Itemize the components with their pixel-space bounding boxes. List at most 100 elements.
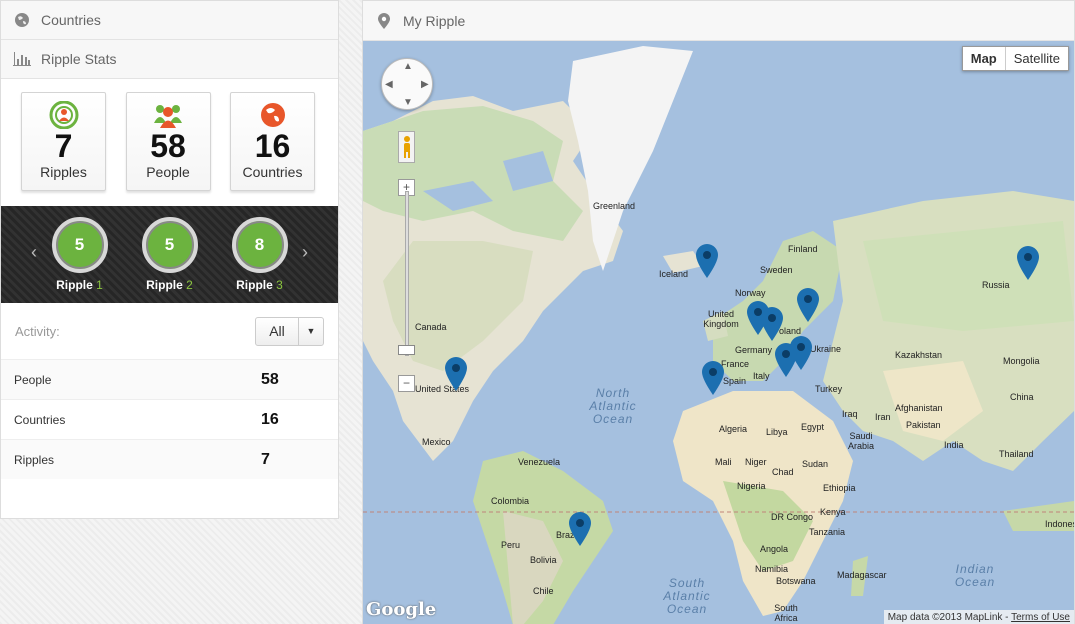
map-type-control: Map Satellite	[961, 46, 1069, 71]
caret-down-icon[interactable]: ▼	[299, 318, 323, 345]
map-type-satellite-button[interactable]: Satellite	[1006, 47, 1068, 70]
pan-left-icon[interactable]: ◀	[385, 79, 393, 90]
map-pin-icon[interactable]	[445, 357, 467, 391]
map-pin-icon[interactable]	[797, 288, 819, 322]
activity-select[interactable]: All ▼	[255, 316, 324, 346]
map-label: Nigeria	[737, 481, 766, 491]
pan-control[interactable]: ▲ ▼ ◀ ▶	[381, 58, 433, 110]
ripple-item-1[interactable]: 5 Ripple 1	[35, 217, 125, 292]
map-label: DR Congo	[771, 512, 814, 522]
pan-up-icon[interactable]: ▲	[403, 61, 413, 72]
stat-ripples[interactable]: 7 Ripples	[21, 92, 106, 191]
row-value: 16	[261, 410, 279, 428]
ocean-label: South Atlantic Ocean	[663, 576, 711, 616]
pegman-icon[interactable]	[398, 131, 415, 163]
pan-right-icon[interactable]: ▶	[421, 79, 429, 90]
map-pin-icon[interactable]	[702, 361, 724, 395]
ocean-label: North Atlantic Ocean	[589, 386, 637, 426]
zoom-out-button[interactable]: −	[398, 375, 415, 392]
map-type-map-button[interactable]: Map	[963, 47, 1006, 70]
ripple-2-count: 5	[141, 217, 198, 273]
map-label: Germany	[735, 345, 773, 355]
world-map[interactable]: Greenland Iceland Finland Sweden Norway …	[363, 41, 1074, 624]
ripple-icon	[48, 101, 80, 129]
map-pin-icon[interactable]	[569, 512, 591, 546]
ripple-2-label: Ripple 2	[146, 278, 193, 292]
stat-people-value: 58	[150, 128, 186, 164]
countries-header[interactable]: Countries	[1, 1, 338, 40]
map-land	[363, 46, 1074, 624]
map-label: Greenland	[593, 201, 636, 211]
stat-people[interactable]: 58 People	[125, 92, 211, 191]
chevron-left-icon[interactable]: ‹	[31, 242, 37, 263]
stat-ripples-value: 7	[54, 128, 73, 164]
map-label: Venezuela	[518, 457, 561, 467]
zoom-slider-track[interactable]	[405, 191, 409, 356]
countries-title: Countries	[41, 12, 101, 28]
map-label: United Kingdom	[703, 309, 739, 329]
map-label: Sudan	[802, 459, 829, 469]
map-label: Afghanistan	[895, 403, 943, 413]
map-label: Pakistan	[906, 420, 941, 430]
map-label: Spain	[723, 376, 747, 386]
left-panel: Countries Ripple Stats 7 Ripples 58 Peop…	[0, 0, 339, 519]
globe-icon	[13, 11, 31, 29]
map-label: Botswana	[776, 576, 816, 586]
row-key: Countries	[14, 412, 66, 427]
globe-icon	[257, 101, 289, 129]
my-ripple-title: My Ripple	[403, 12, 466, 29]
activity-value: All	[256, 317, 299, 345]
map-label: Libya	[766, 427, 788, 437]
map-label: Mongolia	[1003, 356, 1040, 366]
map-label: Angola	[760, 544, 789, 554]
map-pin-icon[interactable]	[775, 343, 797, 377]
ripple-item-3[interactable]: 8 Ripple 3	[215, 217, 305, 292]
stats-row: 7 Ripples 58 People 16 Countries	[1, 79, 338, 206]
map-label: Mali	[715, 457, 732, 467]
map-label: India	[944, 440, 964, 450]
map-label: Chad	[772, 467, 794, 477]
map-label: Norway	[735, 288, 766, 298]
google-logo: Google	[366, 599, 437, 620]
stat-countries-label: Countries	[242, 164, 303, 180]
map-label: Madagascar	[837, 570, 887, 580]
ripple-item-2[interactable]: 5 Ripple 2	[125, 217, 215, 292]
row-key: Ripples	[14, 452, 55, 467]
map-label: Bolivia	[530, 555, 557, 565]
map-label: Ukraine	[810, 344, 842, 354]
map-label: Kenya	[820, 507, 846, 517]
pan-down-icon[interactable]: ▼	[403, 97, 413, 108]
ripple-3-count: 8	[231, 217, 288, 273]
map-pin-icon[interactable]	[1017, 246, 1039, 280]
map-label: Russia	[982, 280, 1010, 290]
map-label: Turkey	[815, 384, 843, 394]
row-value: 7	[261, 450, 270, 468]
chevron-right-icon[interactable]: ›	[302, 242, 308, 263]
terms-of-use-link[interactable]: Terms of Use	[1011, 612, 1070, 623]
map-label: Sweden	[760, 265, 793, 275]
activity-label: Activity:	[15, 323, 60, 339]
ripple-carousel: ‹ 5 Ripple 1 5 Ripple 2 8 Ripple 3 ›	[1, 206, 338, 303]
map-label: Iceland	[659, 269, 689, 279]
zoom-slider-handle[interactable]	[398, 345, 415, 355]
map-label: Italy	[753, 371, 770, 381]
stat-countries[interactable]: 16 Countries	[230, 92, 315, 191]
map-label: Saudi Arabia	[847, 431, 874, 451]
map-label: Kazakhstan	[895, 350, 943, 360]
map-label: France	[721, 359, 750, 369]
ripple-stats-header[interactable]: Ripple Stats	[1, 40, 338, 79]
map-label: Ethiopia	[823, 483, 856, 493]
row-value: 58	[261, 370, 279, 388]
map-label: Thailand	[999, 449, 1034, 459]
bar-chart-icon	[13, 50, 31, 68]
map-label: Namibia	[755, 564, 789, 574]
map-attribution: Map data ©2013 MapLink - Terms of Use	[883, 610, 1074, 624]
map-label: Iran	[875, 412, 891, 422]
map-pin-icon[interactable]	[761, 307, 783, 341]
table-row: Countries 16	[1, 399, 338, 439]
map-label: Niger	[745, 457, 767, 467]
ripple-1-label: Ripple 1	[56, 278, 103, 292]
map-pin-icon[interactable]	[696, 244, 718, 278]
map-label: Mexico	[422, 437, 451, 447]
map-label: Peru	[501, 540, 521, 550]
